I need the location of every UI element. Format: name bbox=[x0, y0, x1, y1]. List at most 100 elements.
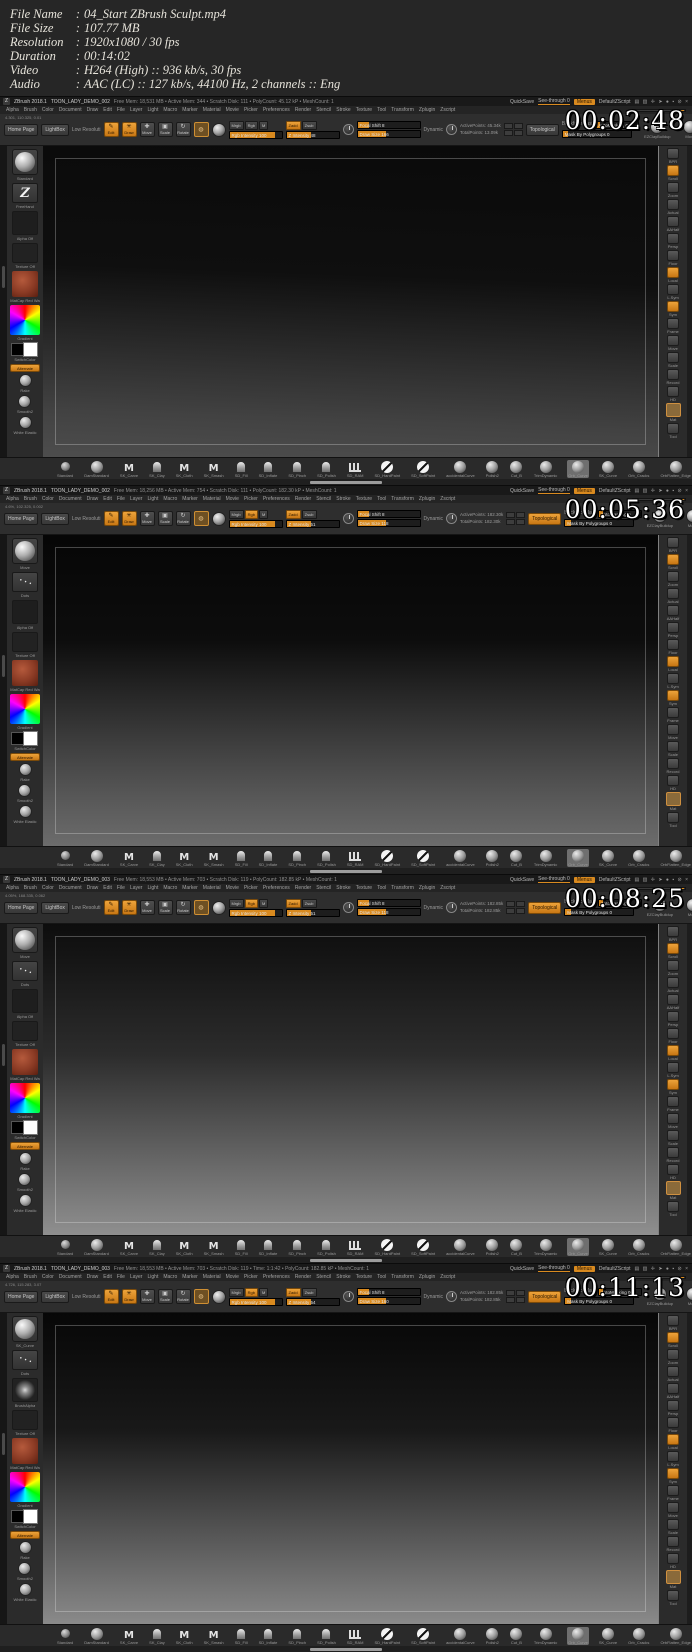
menu-render[interactable]: Render bbox=[295, 107, 311, 113]
color-picker[interactable]: Gradient bbox=[10, 1472, 40, 1508]
menu-marker[interactable]: Marker bbox=[182, 885, 198, 891]
current-texture-button[interactable]: Texture Off bbox=[12, 632, 38, 658]
switch-color-button[interactable]: SwitchColor bbox=[11, 731, 39, 751]
brush-sk-curve[interactable]: SK_Curve bbox=[598, 460, 618, 478]
brush-orbflatten-edge[interactable]: OrbFlatten_Edge bbox=[659, 1627, 691, 1645]
brush-standard[interactable]: Standard bbox=[56, 849, 74, 867]
focal-shift-slider[interactable]: Focal Shift 8 bbox=[356, 510, 421, 518]
menu-marker[interactable]: Marker bbox=[182, 1274, 198, 1280]
rgb-button[interactable]: Rgb bbox=[244, 1287, 258, 1297]
switch-color-button[interactable]: SwitchColor bbox=[11, 342, 39, 362]
focal-shift-knob[interactable] bbox=[342, 124, 354, 135]
menu-edit[interactable]: Edit bbox=[103, 496, 112, 502]
left-tray-divider[interactable] bbox=[0, 924, 7, 1235]
edit-button[interactable]: ✎ Edit bbox=[103, 122, 119, 137]
right-shelf-frame[interactable]: Frame bbox=[667, 1485, 679, 1501]
mrgb-button[interactable]: Mrgb bbox=[228, 898, 244, 908]
zsub-button[interactable]: Zsub bbox=[301, 509, 317, 519]
brush-orb-cracks[interactable]: Orb_Cracks bbox=[627, 1238, 650, 1256]
menu-zscript[interactable]: Zscript bbox=[440, 885, 455, 891]
right-shelf-zoom[interactable]: Zoom bbox=[667, 571, 679, 587]
tray-sphere-button[interactable]: Smooth2 bbox=[17, 784, 33, 803]
brush-accidentalcurve[interactable]: accidentalCurve bbox=[445, 849, 476, 867]
right-shelf-sym[interactable]: Sym bbox=[667, 301, 679, 317]
brush-orb-curve[interactable]: Orb_Curve bbox=[567, 1627, 589, 1645]
brush-damstandard[interactable]: DamStandard bbox=[83, 1627, 110, 1645]
menu-file[interactable]: File bbox=[117, 1274, 125, 1280]
menu-movie[interactable]: Movie bbox=[226, 885, 239, 891]
right-shelf-move[interactable]: Move bbox=[667, 724, 679, 740]
left-tray-divider[interactable] bbox=[0, 535, 7, 846]
menu-marker[interactable]: Marker bbox=[182, 107, 198, 113]
right-shelf-local[interactable]: Local bbox=[667, 267, 679, 283]
scale-button[interactable]: ▣ Scale bbox=[157, 122, 173, 137]
focal-shift-slider[interactable]: Focal Shift 8 bbox=[356, 899, 421, 907]
draw-button[interactable]: ✳ Draw bbox=[121, 511, 137, 526]
right-shelf-l-sym[interactable]: L.Sym bbox=[667, 284, 679, 300]
tray-sphere-button[interactable]: Rake bbox=[18, 1541, 32, 1560]
focal-shift-knob[interactable] bbox=[342, 902, 354, 913]
tray-sphere-button[interactable]: Smooth2 bbox=[17, 1173, 33, 1192]
alternate-button[interactable]: Alternate bbox=[10, 364, 40, 372]
right-shelf-bpr[interactable]: BPR bbox=[667, 926, 679, 942]
zadd-button[interactable]: Zadd bbox=[285, 509, 301, 519]
mrgb-button[interactable]: Mrgb bbox=[228, 509, 244, 519]
see-through-slider[interactable]: See-through 0 bbox=[538, 876, 570, 883]
menu-marker[interactable]: Marker bbox=[182, 496, 198, 502]
document-canvas[interactable]: ↻ bbox=[43, 1313, 658, 1624]
right-shelf-bpr[interactable]: BPR bbox=[667, 148, 679, 164]
zsub-button[interactable]: Zsub bbox=[301, 1287, 317, 1297]
right-shelf-scroll[interactable]: Scroll bbox=[667, 554, 679, 570]
menu-preferences[interactable]: Preferences bbox=[263, 885, 290, 891]
right-shelf-persp[interactable]: Persp bbox=[667, 622, 679, 638]
menu-zplugin[interactable]: Zplugin bbox=[419, 1274, 435, 1280]
menu-zscript[interactable]: Zscript bbox=[440, 496, 455, 502]
window-control-icons[interactable]: ▤ ▥ ✛ ➤ ● ▪ ⊘ × bbox=[635, 877, 689, 883]
brush-sd-inflate[interactable]: SD_Inflate bbox=[258, 1627, 279, 1645]
right-shelf-floor[interactable]: Floor bbox=[667, 1417, 679, 1433]
menu-stencil[interactable]: Stencil bbox=[316, 1274, 331, 1280]
brush-sk-clay[interactable]: SK_Clay bbox=[148, 1238, 166, 1256]
see-through-slider[interactable]: See-through 0 bbox=[538, 487, 570, 494]
rgb-button[interactable]: Rgb bbox=[244, 898, 258, 908]
brush-preview-icon[interactable] bbox=[211, 1289, 226, 1304]
rgb-intensity-slider[interactable]: Rgb Intensity 100 bbox=[228, 908, 283, 917]
alternate-button[interactable]: Alternate bbox=[10, 753, 40, 761]
menu-alpha[interactable]: Alpha bbox=[6, 107, 19, 113]
right-shelf-aahalf[interactable]: AAHalf bbox=[667, 216, 679, 232]
menu-stroke[interactable]: Stroke bbox=[336, 885, 350, 891]
menu-draw[interactable]: Draw bbox=[87, 496, 99, 502]
menu-stroke[interactable]: Stroke bbox=[336, 1274, 350, 1280]
brush-standard[interactable]: Standard bbox=[56, 1238, 74, 1256]
right-shelf-zoom[interactable]: Zoom bbox=[667, 1349, 679, 1365]
tray-sphere-button[interactable]: White Elastic bbox=[13, 805, 37, 824]
menu-layer[interactable]: Layer bbox=[130, 496, 143, 502]
menu-document[interactable]: Document bbox=[59, 107, 82, 113]
current-alpha-button[interactable]: Alpha Off bbox=[12, 989, 38, 1019]
brush-trimdynamic[interactable]: TrimDynamic bbox=[533, 849, 558, 867]
move-button[interactable]: ✚ Move bbox=[139, 1289, 155, 1304]
brush-sd-inflate[interactable]: SD_Inflate bbox=[258, 1238, 279, 1256]
lightbox-button[interactable]: LightBox bbox=[41, 512, 69, 525]
sculptris-pro-button[interactable]: ◍ bbox=[193, 1289, 209, 1304]
quicksave-button[interactable]: QuickSave bbox=[510, 488, 534, 494]
rotate-button[interactable]: ↻ Rotate bbox=[175, 1289, 191, 1304]
brush-sk-carve[interactable]: SK_Carve bbox=[119, 1627, 139, 1645]
dynamic-label[interactable]: Dynamic bbox=[424, 127, 443, 133]
brush-orb-cracks[interactable]: Orb_Cracks bbox=[627, 1627, 650, 1645]
scrollbar-thumb[interactable] bbox=[310, 1259, 382, 1262]
right-shelf-actual[interactable]: Actual bbox=[667, 199, 679, 215]
m-button[interactable]: M bbox=[258, 1287, 269, 1297]
rotate-button[interactable]: ↻ Rotate bbox=[175, 511, 191, 526]
right-shelf-floor[interactable]: Floor bbox=[667, 639, 679, 655]
brush-sd-hardpaint[interactable]: SD_HardPaint bbox=[373, 849, 401, 867]
menu-movie[interactable]: Movie bbox=[226, 107, 239, 113]
menu-light[interactable]: Light bbox=[147, 1274, 158, 1280]
menu-stencil[interactable]: Stencil bbox=[316, 496, 331, 502]
quicksave-button[interactable]: QuickSave bbox=[510, 1266, 534, 1272]
right-shelf-frame[interactable]: Frame bbox=[667, 1096, 679, 1112]
brush-orbflatten-edge[interactable]: OrbFlatten_Edge bbox=[659, 849, 691, 867]
polyframe-buttons[interactable] bbox=[503, 123, 523, 136]
menu-alpha[interactable]: Alpha bbox=[6, 496, 19, 502]
right-shelf-local[interactable]: Local bbox=[667, 1434, 679, 1450]
